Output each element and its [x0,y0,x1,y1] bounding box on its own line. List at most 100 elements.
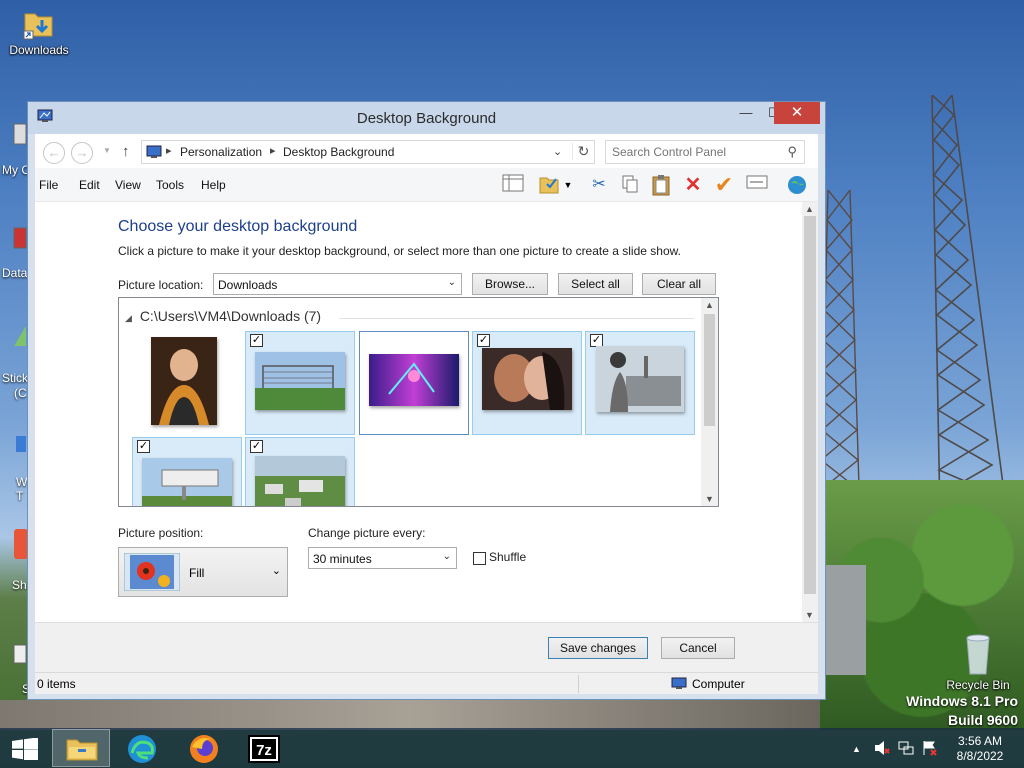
taskbar-7zip[interactable]: 7z [238,729,296,767]
gallery-scrollbar[interactable]: ▲ ▼ [701,298,718,506]
copy-icon[interactable] [618,174,642,196]
delete-icon[interactable]: ✕ [681,174,705,196]
shuffle-label[interactable]: Shuffle [489,550,526,564]
portrait-image [151,337,217,425]
paste-icon[interactable] [649,174,673,196]
search-icon[interactable]: ⚲ [787,144,797,160]
thumbnail-city-aerial[interactable]: ✓ [245,437,355,506]
chevron-down-icon[interactable]: ▼ [561,174,575,196]
thumbnail-checkbox[interactable]: ✓ [250,334,263,347]
save-changes-button[interactable]: Save changes [548,637,648,659]
address-bar[interactable]: ▸ Personalization ▸ Desktop Background ⌄… [141,140,595,164]
action-center-icon[interactable] [922,740,938,756]
cut-icon[interactable]: ✂ [587,174,611,196]
scroll-up-icon[interactable]: ▲ [805,204,814,214]
thumbnail-neon-figure[interactable] [359,331,469,435]
collapse-icon[interactable]: ◢ [125,313,132,323]
scroll-down-icon[interactable]: ▼ [805,610,814,620]
breadcrumb-chevron-icon[interactable]: ▸ [270,144,276,157]
browse-button[interactable]: Browse... [472,273,548,295]
close-button[interactable]: ✕ [774,102,820,124]
desktop-edge-label[interactable]: My C [2,163,30,177]
refresh-icon[interactable]: ↻ [572,143,594,160]
properties-icon[interactable] [537,174,561,196]
taskbar-file-explorer[interactable] [52,729,110,767]
picture-position-label: Picture position: [118,526,204,540]
menu-file[interactable]: File [39,178,58,192]
desktop-icon-downloads[interactable]: Downloads [4,6,74,57]
globe-icon[interactable] [785,174,809,196]
start-button[interactable] [12,738,38,760]
thumbnail-antenna-field[interactable]: ✓ [245,331,355,435]
title-bar[interactable]: Desktop Background — ☐ ✕ [28,102,825,134]
menu-edit[interactable]: Edit [79,178,100,192]
show-hidden-icons-icon[interactable]: ▲ [852,744,861,754]
desktop-icon-recycle-bin[interactable]: Recycle Bin [940,632,1016,692]
main-content: Choose your desktop background Click a p… [35,202,818,622]
menu-tools[interactable]: Tools [156,178,184,192]
shortcut-icon[interactable] [0,635,28,675]
back-button[interactable]: ← [43,142,65,164]
desktop-edge-label[interactable]: W [16,475,27,489]
thumbnail-couple-kiss[interactable]: ✓ [472,331,582,435]
thumbnail-power-plant[interactable]: ✓ [585,331,695,435]
volume-muted-icon[interactable] [874,740,890,756]
up-button[interactable]: ↑ [122,143,130,160]
shuffle-checkbox[interactable] [473,552,486,565]
forward-button[interactable]: → [71,142,93,164]
gallery-scroll-thumb[interactable] [704,314,715,426]
scroll-down-icon[interactable]: ▼ [705,494,714,504]
check-icon[interactable]: ✔ [712,174,736,196]
picture-location-select[interactable]: Downloads ⌄ [213,273,462,295]
thumbnail-portrait[interactable] [129,333,239,437]
change-picture-select[interactable]: 30 minutes ⌄ [308,547,457,569]
desktop-edge-label[interactable]: Data [2,266,27,280]
breadcrumb-chevron-icon[interactable]: ▸ [166,144,172,157]
scroll-up-icon[interactable]: ▲ [705,300,714,310]
select-all-button[interactable]: Select all [558,273,633,295]
desktop-edge-label[interactable]: (C [14,386,27,400]
address-dropdown-icon[interactable]: ⌄ [553,145,562,158]
page-scroll-thumb[interactable] [804,216,816,594]
computer-icon[interactable] [0,118,28,158]
search-input[interactable] [612,142,782,162]
page-scrollbar[interactable]: ▲ ▼ [802,202,818,622]
thumbnail-checkbox[interactable]: ✓ [137,440,150,453]
change-picture-value: 30 minutes [313,552,372,566]
menu-view[interactable]: View [115,178,141,192]
desktop-edge-label[interactable]: Stick [2,371,28,385]
layout-icon[interactable] [501,174,525,196]
recent-locations-icon[interactable]: ▼ [103,146,111,155]
thumbnail-checkbox[interactable]: ✓ [250,440,263,453]
network-icon[interactable] [898,740,914,756]
shortcut-icon[interactable] [0,525,28,565]
system-clock[interactable]: 3:56 AM 8/8/2022 [952,734,1008,764]
clear-all-button[interactable]: Clear all [642,273,716,295]
menu-help[interactable]: Help [201,178,226,192]
radio-tower-right [931,95,1008,515]
picture-position-value: Fill [189,566,205,580]
search-box[interactable]: ⚲ [605,140,805,164]
windows-icon[interactable] [0,428,28,468]
thumbnail-town-sign[interactable]: ✓ [132,437,242,506]
desktop-edge-label[interactable]: T [16,489,23,503]
minimize-button[interactable]: — [732,102,760,124]
breadcrumb-desktop-background[interactable]: Desktop Background [283,145,394,159]
data-icon[interactable] [0,222,28,262]
taskbar-edge[interactable] [114,729,172,767]
picture-gallery[interactable]: ◢ C:\Users\VM4\Downloads (7) ✓ ✓ ✓ ✓ ✓ ▲… [118,297,719,507]
page-title: Choose your desktop background [118,218,358,235]
cancel-button[interactable]: Cancel [661,637,735,659]
building-facade [0,700,820,730]
page-instructions: Click a picture to make it your desktop … [118,244,681,258]
sticky-notes-icon[interactable] [0,320,28,360]
desktop-edge-label[interactable]: Sh [12,578,27,592]
rename-icon[interactable] [745,174,769,196]
town-sign-image [142,458,232,506]
thumbnail-checkbox[interactable]: ✓ [477,334,490,347]
picture-position-select[interactable]: Fill ⌄ [118,547,288,597]
neon-figure-image [369,354,459,406]
gallery-group-header[interactable]: ◢ C:\Users\VM4\Downloads (7) [125,308,321,324]
taskbar-firefox[interactable] [176,729,234,767]
breadcrumb-personalization[interactable]: Personalization [180,145,262,159]
